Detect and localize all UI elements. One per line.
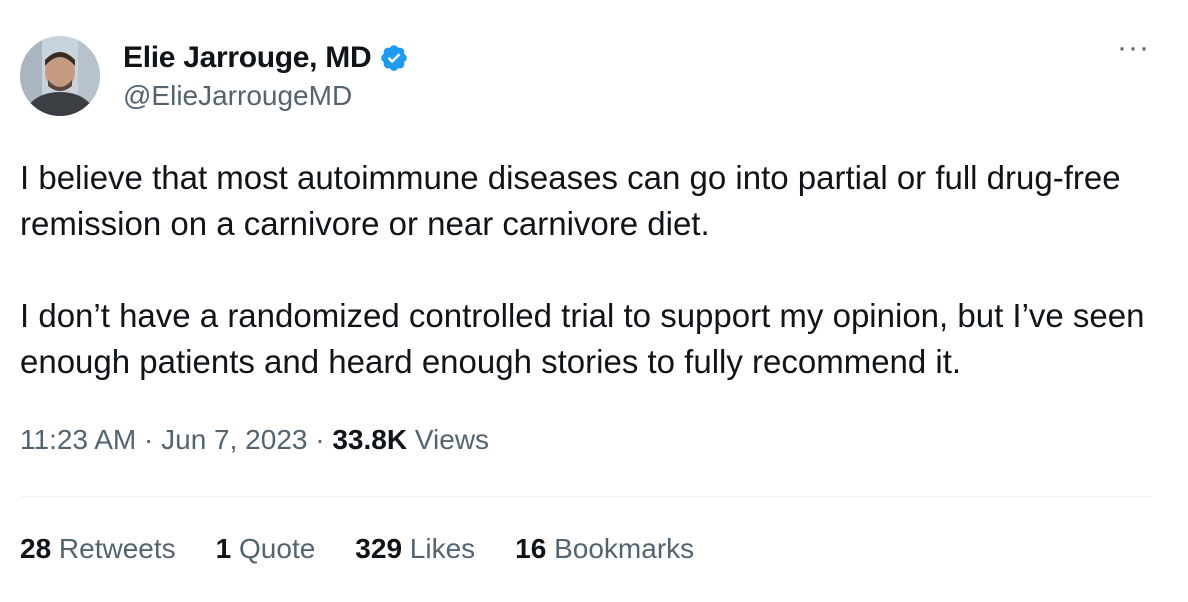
meta-separator: · xyxy=(136,424,162,455)
retweets-label: Retweets xyxy=(51,533,176,564)
bookmarks-label: Bookmarks xyxy=(546,533,695,564)
tweet-paragraph: I don’t have a randomized controlled tri… xyxy=(20,297,1145,380)
engagement-stats: 28 Retweets 1 Quote 329 Likes 16 Bookmar… xyxy=(20,533,734,565)
avatar-image xyxy=(20,36,100,116)
retweets-count: 28 xyxy=(20,533,52,564)
bookmarks-stat[interactable]: 16 Bookmarks xyxy=(515,533,694,565)
tweet-paragraph: I believe that most autoimmune diseases … xyxy=(20,159,1121,242)
views-label[interactable]: Views xyxy=(407,424,489,455)
author-name-row[interactable]: Elie Jarrouge, MD xyxy=(123,38,409,78)
tweet-text: I believe that most autoimmune diseases … xyxy=(20,155,1160,385)
likes-count: 329 xyxy=(355,533,403,564)
tweet-time[interactable]: 11:23 AM xyxy=(20,424,136,455)
retweets-stat[interactable]: 28 Retweets xyxy=(20,533,176,565)
author-display-name[interactable]: Elie Jarrouge, MD xyxy=(123,41,372,75)
tweet-date[interactable]: Jun 7, 2023 xyxy=(161,424,307,455)
verified-badge-icon[interactable] xyxy=(379,43,409,73)
likes-label: Likes xyxy=(402,533,476,564)
avatar[interactable] xyxy=(20,36,100,116)
quotes-stat[interactable]: 1 Quote xyxy=(216,533,316,565)
tweet-meta: 11:23 AM · Jun 7, 2023 · 33.8K Views xyxy=(20,424,489,456)
author-handle[interactable]: @ElieJarrougeMD xyxy=(123,80,352,112)
views-count[interactable]: 33.8K xyxy=(332,424,407,455)
likes-stat[interactable]: 329 Likes xyxy=(355,533,475,565)
tweet-card: Elie Jarrouge, MD @ElieJarrougeMD ··· I … xyxy=(0,0,1188,602)
quotes-count: 1 xyxy=(215,533,232,564)
bookmarks-count: 16 xyxy=(515,533,547,564)
quotes-label: Quote xyxy=(231,533,316,564)
divider xyxy=(20,496,1152,497)
more-options-icon[interactable]: ··· xyxy=(1117,33,1150,63)
meta-separator: · xyxy=(307,424,333,455)
